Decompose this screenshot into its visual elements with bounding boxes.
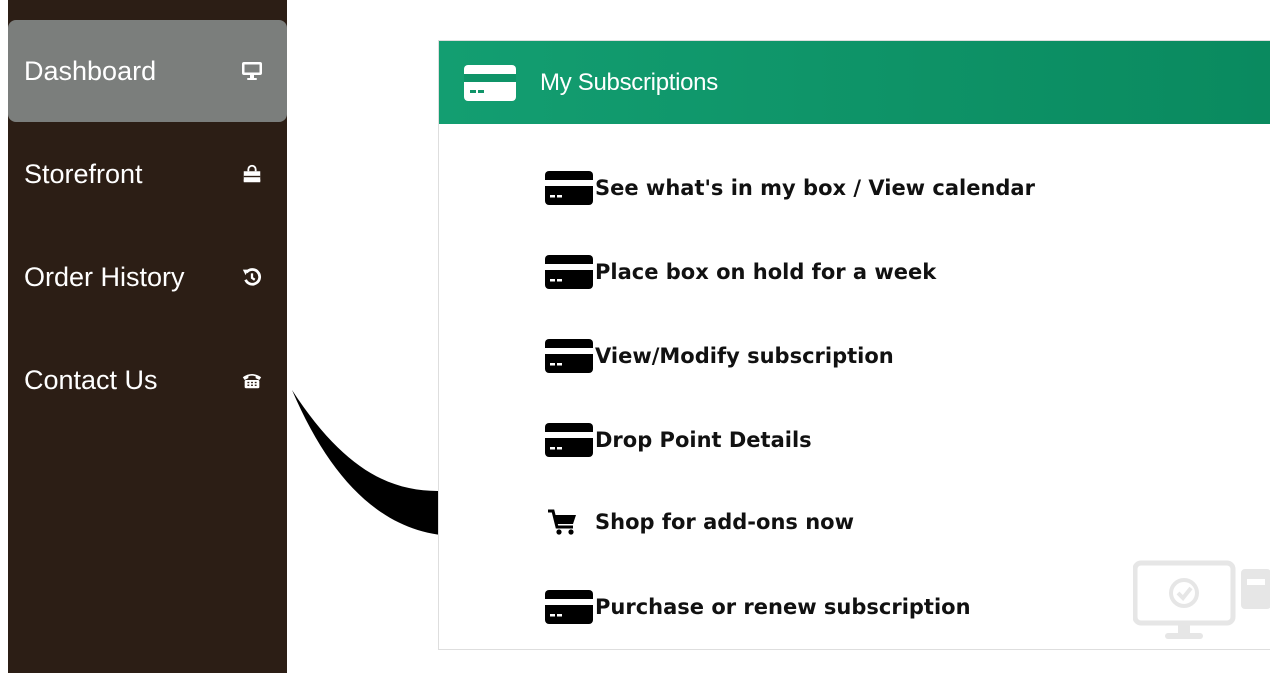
credit-card-icon [464,64,516,101]
menu-item-label: View/Modify subscription [595,344,894,368]
shop-add-ons-link[interactable]: Shop for add-ons now [545,502,854,542]
sidebar: Dashboard Storefront Order History Conta… [8,0,287,673]
panel-header: My Subscriptions [439,41,1270,124]
monitor-icon [239,58,265,84]
credit-card-icon [545,171,593,205]
sidebar-item-label: Contact Us [24,364,158,395]
sidebar-item-label: Order History [24,261,185,292]
sidebar-item-label: Dashboard [24,55,157,86]
credit-card-icon [545,423,593,457]
sidebar-item-contact-us[interactable]: Contact Us [8,329,287,431]
monitor-watermark-icon [1133,560,1270,639]
menu-item-label: Drop Point Details [595,428,812,452]
credit-card-icon [545,590,593,624]
sidebar-item-label: Storefront [24,158,143,189]
telephone-icon [239,367,265,393]
credit-card-icon [545,255,593,289]
sidebar-item-dashboard[interactable]: Dashboard [8,20,287,122]
shopping-cart-icon [548,509,576,535]
view-calendar-link[interactable]: See what's in my box / View calendar [545,168,1035,208]
menu-item-label: Purchase or renew subscription [595,595,971,619]
credit-card-icon [545,339,593,373]
drop-point-details-link[interactable]: Drop Point Details [545,420,812,460]
sidebar-item-order-history[interactable]: Order History [8,226,287,328]
menu-item-label: Place box on hold for a week [595,260,937,284]
panel-title: My Subscriptions [540,68,718,96]
history-icon [239,264,265,290]
sidebar-item-storefront[interactable]: Storefront [8,123,287,225]
subscriptions-panel: My Subscriptions See what's in my box / … [438,40,1270,650]
modify-subscription-link[interactable]: View/Modify subscription [545,336,894,376]
menu-item-label: Shop for add-ons now [595,510,854,534]
page: Dashboard Storefront Order History Conta… [0,0,1270,673]
purchase-subscription-link[interactable]: Purchase or renew subscription [545,587,971,627]
menu-item-label: See what's in my box / View calendar [595,176,1035,200]
hold-box-link[interactable]: Place box on hold for a week [545,252,936,292]
shopping-bag-icon [239,161,265,187]
